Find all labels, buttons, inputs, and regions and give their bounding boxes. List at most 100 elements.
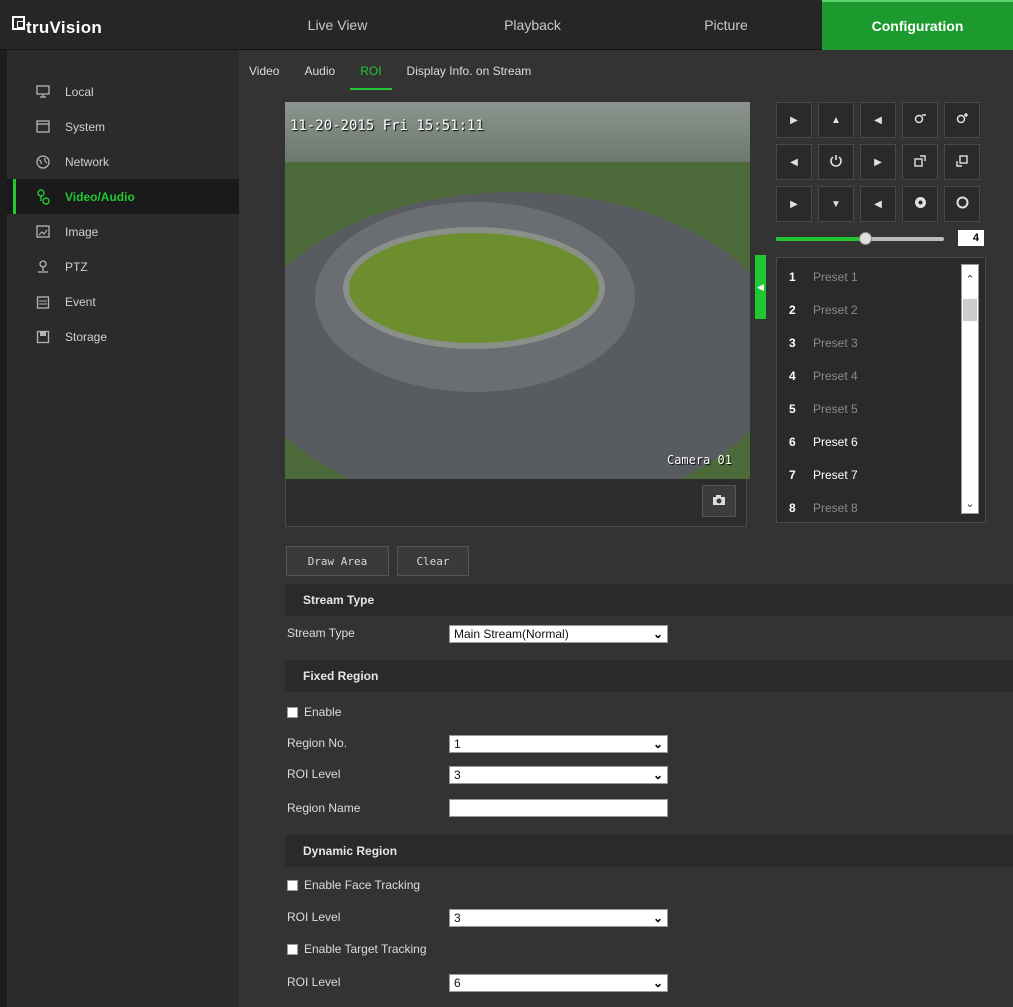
preset-name: Preset 1	[813, 269, 858, 284]
checkbox-box[interactable]	[287, 879, 298, 891]
focus-near-button[interactable]	[902, 144, 938, 180]
slider-fill	[776, 237, 866, 241]
sidebar-item-label: Video/Audio	[65, 189, 135, 204]
nav-configuration[interactable]: Configuration	[822, 0, 1013, 50]
draw-area-button[interactable]: Draw Area	[286, 546, 389, 576]
target-roi-level-select[interactable]: 6 ⌄	[449, 974, 668, 992]
preset-number: 7	[789, 467, 796, 482]
checkbox-box[interactable]	[287, 706, 298, 718]
snapshot-button[interactable]	[702, 485, 736, 517]
globe-icon	[35, 154, 51, 169]
section-heading: Stream Type	[303, 593, 375, 607]
arrow-down-left-icon: ▶	[790, 198, 798, 210]
camera-icon	[712, 494, 726, 509]
region-name-input[interactable]	[449, 799, 668, 817]
section-stream-type: Stream Type	[285, 584, 1013, 616]
nav-playback[interactable]: Playback	[435, 0, 630, 50]
ptz-down-button[interactable]: ▼	[818, 186, 854, 222]
ptz-speed-slider[interactable]	[776, 232, 944, 245]
preset-item[interactable]: 1 Preset 1	[777, 260, 962, 293]
preset-name: Preset 5	[813, 401, 858, 416]
preset-item[interactable]: 2 Preset 2	[777, 293, 962, 326]
face-roi-level-select[interactable]: 3 ⌄	[449, 909, 668, 927]
nav-live-view[interactable]: Live View	[240, 0, 435, 50]
target-tracking-checkbox[interactable]: Enable Target Tracking	[287, 942, 427, 956]
fixed-roi-level-select[interactable]: 3 ⌄	[449, 766, 668, 784]
chevron-down-icon: ⌄	[652, 976, 663, 990]
checkbox-label: Enable Target Tracking	[304, 942, 427, 956]
ptz-up-right-button[interactable]: ◀	[860, 102, 896, 138]
region-no-select[interactable]: 1 ⌄	[449, 735, 668, 753]
focus-far-button[interactable]	[944, 144, 980, 180]
arrow-down-icon: ▼	[831, 198, 841, 210]
preset-item[interactable]: 3 Preset 3	[777, 326, 962, 359]
tab-roi[interactable]: ROI	[350, 64, 392, 90]
rotate-icon	[829, 154, 843, 171]
section-dynamic-region: Dynamic Region	[285, 835, 1013, 867]
monitor-icon	[35, 85, 51, 99]
zoom-out-button[interactable]	[902, 102, 938, 138]
region-no-value: 1	[454, 737, 461, 751]
preset-item[interactable]: 6 Preset 6	[777, 425, 962, 458]
sidebar-item-event[interactable]: Event	[7, 284, 239, 319]
checkbox-box[interactable]	[287, 943, 298, 955]
ptz-right-button[interactable]: ▶	[860, 144, 896, 180]
region-name-label: Region Name	[287, 801, 361, 815]
preset-list-scrollbar[interactable]: ⌃ ⌄	[961, 264, 979, 514]
arrow-up-right-icon: ◀	[874, 114, 882, 126]
truvision-logo: truVision	[12, 14, 102, 38]
sidebar-item-label: Storage	[65, 329, 108, 344]
preset-item[interactable]: 5 Preset 5	[777, 392, 962, 425]
nav-live-view-label: Live View	[307, 17, 368, 33]
main-content: Video Audio ROI Display Info. on Stream …	[239, 50, 1013, 1007]
arrow-right-icon: ▶	[874, 156, 882, 168]
iris-open-button[interactable]	[902, 186, 938, 222]
slider-handle[interactable]	[859, 232, 873, 245]
iris-close-button[interactable]	[944, 186, 980, 222]
zoom-out-icon	[914, 112, 927, 128]
ptz-up-left-button[interactable]: ▶	[776, 102, 812, 138]
nav-picture[interactable]: Picture	[630, 0, 822, 50]
live-video-view[interactable]: 11-20-2015 Fri 15:51:11 Camera 01	[285, 102, 750, 479]
face-roi-level-value: 3	[454, 911, 461, 925]
chevron-down-icon[interactable]: ⌄	[962, 495, 978, 511]
preset-item[interactable]: 7 Preset 7	[777, 458, 962, 491]
ptz-auto-scan-button[interactable]	[818, 144, 854, 180]
ptz-down-left-button[interactable]: ▶	[776, 186, 812, 222]
tab-display-info[interactable]: Display Info. on Stream	[397, 64, 542, 90]
stream-type-select[interactable]: Main Stream(Normal) ⌄	[449, 625, 668, 643]
fixed-region-enable-checkbox[interactable]: Enable	[287, 705, 341, 719]
arrow-left-icon: ◀	[790, 156, 798, 168]
ptz-up-button[interactable]: ▲	[818, 102, 854, 138]
ptz-panel-collapse-button[interactable]: ◀	[755, 255, 766, 319]
preset-number: 1	[789, 269, 796, 284]
face-tracking-checkbox[interactable]: Enable Face Tracking	[287, 878, 420, 892]
preset-item[interactable]: 8 Preset 8	[777, 491, 962, 522]
fixed-roi-level-value: 3	[454, 768, 461, 782]
tab-audio[interactable]: Audio	[294, 64, 345, 90]
tab-video[interactable]: Video	[239, 64, 289, 90]
sidebar-item-storage[interactable]: Storage	[7, 319, 239, 354]
sidebar-item-image[interactable]: Image	[7, 214, 239, 249]
zoom-in-button[interactable]	[944, 102, 980, 138]
ptz-left-button[interactable]: ◀	[776, 144, 812, 180]
ptz-down-right-button[interactable]: ◀	[860, 186, 896, 222]
sidebar-item-label: System	[65, 119, 106, 134]
calendar-icon	[35, 295, 51, 309]
chevron-up-icon[interactable]: ⌃	[962, 271, 978, 287]
clear-button[interactable]: Clear	[397, 546, 469, 576]
preset-item[interactable]: 4 Preset 4	[777, 359, 962, 392]
sidebar-item-ptz[interactable]: PTZ	[7, 249, 239, 284]
scrollbar-thumb[interactable]	[963, 299, 977, 321]
tab-video-label: Video	[249, 64, 280, 78]
sidebar-item-local[interactable]: Local	[7, 74, 239, 109]
focus-far-icon	[956, 154, 968, 170]
tab-audio-label: Audio	[304, 64, 336, 78]
sidebar-item-video-audio[interactable]: Video/Audio	[7, 179, 239, 214]
preset-list: 1 Preset 1 2 Preset 2 3 Preset 3 4 Preset 4 …	[776, 257, 986, 523]
sidebar-item-network[interactable]: Network	[7, 144, 239, 179]
tab-display-info-label: Display Info. on Stream	[406, 64, 532, 78]
top-navigation-bar: truVision Live View Playback Picture Con…	[0, 0, 1013, 50]
video-toolbar	[285, 479, 747, 527]
sidebar-item-system[interactable]: System	[7, 109, 239, 144]
